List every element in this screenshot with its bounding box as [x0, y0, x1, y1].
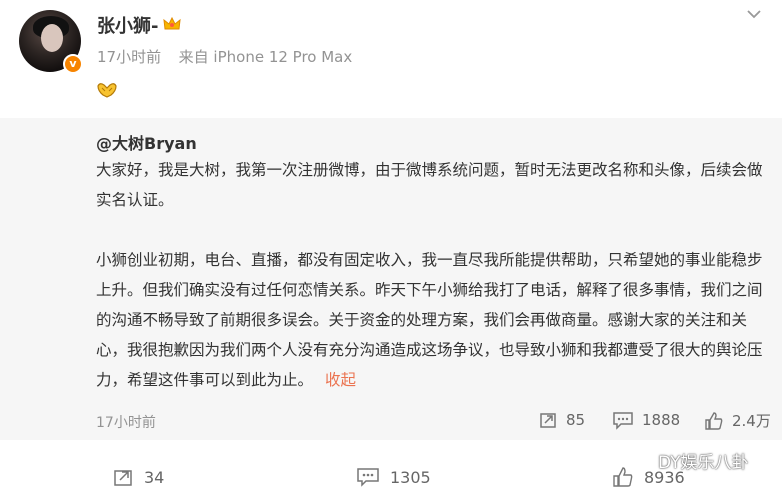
repost-time[interactable]: 17小时前 [96, 412, 156, 432]
repost-like-count: 2.4万 [732, 412, 771, 430]
repost-author[interactable]: @大树Bryan [96, 130, 197, 154]
post-time[interactable]: 17小时前 [97, 48, 161, 66]
repost-repost-count: 85 [566, 411, 586, 429]
comment-icon [357, 468, 379, 487]
wechat-icon [628, 451, 652, 470]
chevron-down-icon[interactable] [744, 4, 764, 24]
avatar[interactable]: v [19, 10, 83, 74]
repost-like-button[interactable]: 2.4万 [704, 410, 771, 431]
repost-comment-count: 1888 [642, 411, 681, 429]
hands-emoji-icon [97, 83, 117, 98]
crown-icon [163, 16, 181, 30]
repost-comment-button[interactable]: 1888 [612, 410, 680, 430]
repost-count: 34 [144, 467, 165, 487]
post-source: 来自 iPhone 12 Pro Max [178, 48, 353, 66]
collapse-link[interactable]: 收起 [325, 371, 356, 389]
comment-count: 1305 [390, 467, 431, 487]
post-meta: 17小时前 来自 iPhone 12 Pro Max [97, 46, 352, 67]
comment-button[interactable]: 1305 [356, 466, 431, 488]
repost-repost-button[interactable]: 85 [538, 410, 585, 430]
repost-text: 大家好，我是大树，我第一次注册微博，由于微博系统问题，暂时无法更改名称和头像，后… [96, 155, 766, 395]
repost-icon [114, 470, 132, 486]
repost-paragraph-2-text: 小狮创业初期，电台、直播，都没有固定收入，我一直尽我所能提供帮助，只希望她的事业… [96, 251, 763, 389]
repost-paragraph-1: 大家好，我是大树，我第一次注册微博，由于微博系统问题，暂时无法更改名称和头像，后… [96, 161, 763, 209]
repost-button[interactable]: 34 [112, 466, 164, 488]
repost-paragraph-2: 小狮创业初期，电台、直播，都没有固定收入，我一直尽我所能提供帮助，只希望她的事业… [96, 245, 766, 395]
author-name[interactable]: 张小狮- [97, 12, 158, 38]
comment-icon [613, 412, 633, 430]
repost-icon [540, 413, 556, 428]
watermark: DY娱乐八卦 [628, 448, 749, 473]
like-icon [705, 411, 723, 430]
watermark-text: DY娱乐八卦 [658, 453, 749, 473]
post-header: v 张小狮- 17小时前 来自 iPhone 12 Pro Max [0, 0, 782, 120]
verified-badge-icon: v [63, 54, 83, 74]
